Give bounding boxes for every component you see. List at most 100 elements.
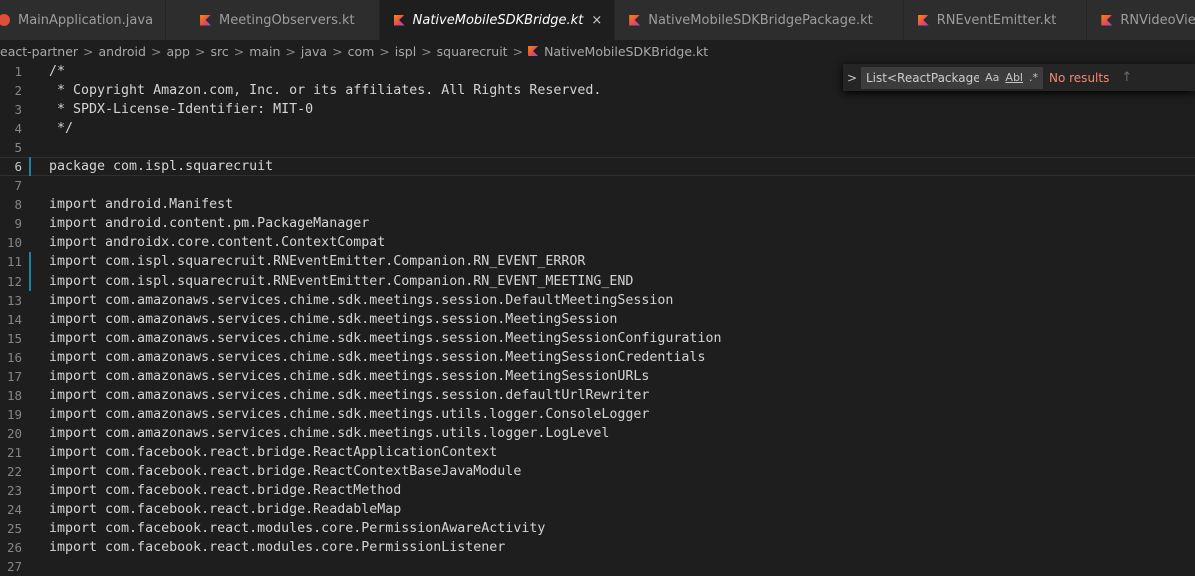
code-text[interactable]: import com.facebook.react.bridge.Readabl… <box>49 500 401 519</box>
breadcrumb-item[interactable]: eact-partner <box>0 44 78 59</box>
tab-native-mobile-sdk-bridge[interactable]: NativeMobileSDKBridge.kt × <box>379 0 616 40</box>
find-input[interactable]: List<ReactPackage> Aa Abl .* <box>861 66 1043 89</box>
react-file-icon <box>0 14 10 26</box>
code-text[interactable]: import com.facebook.react.bridge.ReactAp… <box>49 443 497 462</box>
code-line[interactable]: 21 import com.facebook.react.bridge.React… <box>0 443 1195 462</box>
line-number: 7 <box>14 178 22 194</box>
code-line[interactable]: 14 import com.amazonaws.services.chime.sd… <box>0 310 1195 329</box>
breadcrumb-file[interactable]: NativeMobileSDKBridge.kt <box>528 44 708 59</box>
code-editor[interactable]: 1 /* 2 * Copyright Amazon.com, Inc. or its… <box>0 62 1195 574</box>
tab-rn-event-emitter[interactable]: RNEventEmitter.kt <box>903 0 1088 40</box>
code-text[interactable]: import com.amazonaws.services.chime.sdk.… <box>49 386 649 405</box>
code-line[interactable]: 3 * SPDX-License-Identifier: MIT-0 <box>0 100 1195 119</box>
code-text[interactable]: */ <box>49 119 73 138</box>
code-text[interactable]: import com.amazonaws.services.chime.sdk.… <box>49 367 649 386</box>
code-text[interactable]: /* <box>49 62 65 81</box>
code-line[interactable]: 13 import com.amazonaws.services.chime.sd… <box>0 291 1195 310</box>
breadcrumb-item[interactable]: app <box>166 44 190 59</box>
breadcrumb-item[interactable]: squarecruit <box>437 44 508 59</box>
line-number: 6 <box>14 159 22 175</box>
toggle-replace-chevron-icon[interactable]: > <box>843 71 861 85</box>
code-line[interactable]: 11 import com.ispl.squarecruit.RNEventEmi… <box>0 252 1195 272</box>
code-line[interactable]: 27 <box>0 557 1195 576</box>
code-line[interactable]: 9 import android.content.pm.PackageManage… <box>0 214 1195 233</box>
tab-main-application[interactable]: MainApplication.java <box>0 0 167 40</box>
code-text[interactable]: import com.ispl.squarecruit.RNEventEmitt… <box>49 272 633 291</box>
line-number: 8 <box>14 197 22 213</box>
breadcrumb-item[interactable]: java <box>301 44 327 59</box>
line-number: 24 <box>6 502 22 518</box>
regex-toggle[interactable]: .* <box>1029 71 1038 84</box>
line-number: 27 <box>6 559 22 575</box>
breadcrumb-item[interactable]: android <box>99 44 146 59</box>
find-query-text[interactable]: List<ReactPackage> <box>866 71 979 85</box>
breadcrumb-item[interactable]: main <box>249 44 280 59</box>
code-line[interactable]: 18 import com.amazonaws.services.chime.sd… <box>0 386 1195 405</box>
line-number: 23 <box>6 483 22 499</box>
code-text[interactable]: import com.amazonaws.services.chime.sdk.… <box>49 348 705 367</box>
code-text[interactable]: import com.facebook.react.modules.core.P… <box>49 538 505 557</box>
previous-match-arrow-icon[interactable]: ↑ <box>1121 70 1132 85</box>
tab-native-mobile-sdk-bridge-package[interactable]: NativeMobileSDKBridgePackage.kt <box>615 0 904 40</box>
code-line[interactable]: 16 import com.amazonaws.services.chime.sd… <box>0 348 1195 367</box>
code-text[interactable]: import com.facebook.react.bridge.ReactMe… <box>49 481 401 500</box>
code-line[interactable]: 10 import androidx.core.content.ContextCo… <box>0 233 1195 252</box>
code-text[interactable]: import com.amazonaws.services.chime.sdk.… <box>49 329 721 348</box>
code-text[interactable]: import android.Manifest <box>49 195 233 214</box>
kotlin-file-icon <box>629 14 641 26</box>
kotlin-file-icon <box>393 14 405 26</box>
breadcrumb-item[interactable]: src <box>210 44 228 59</box>
code-line[interactable]: 22 import com.facebook.react.bridge.React… <box>0 462 1195 481</box>
code-text[interactable]: import com.facebook.react.bridge.ReactCo… <box>49 462 521 481</box>
code-text[interactable]: * SPDX-License-Identifier: MIT-0 <box>49 100 313 119</box>
whole-word-toggle[interactable]: Abl <box>1005 71 1023 84</box>
code-text[interactable]: import com.amazonaws.services.chime.sdk.… <box>49 291 673 310</box>
code-line[interactable]: 7 <box>0 176 1195 195</box>
close-icon[interactable]: × <box>591 13 602 28</box>
code-line[interactable]: 6 package com.ispl.squarecruit <box>0 157 1195 177</box>
code-line[interactable]: 26 import com.facebook.react.modules.core… <box>0 538 1195 557</box>
breadcrumb-separator-icon: > <box>83 43 94 59</box>
match-case-toggle[interactable]: Aa <box>985 71 999 84</box>
breadcrumb-separator-icon: > <box>194 43 206 59</box>
code-text[interactable]: package com.ispl.squarecruit <box>49 157 273 176</box>
code-line[interactable]: 8 import android.Manifest <box>0 195 1195 214</box>
line-number: 13 <box>6 292 22 308</box>
line-number: 2 <box>14 83 22 99</box>
code-line[interactable]: 25 import com.facebook.react.modules.core… <box>0 519 1195 538</box>
kotlin-file-icon <box>528 46 539 56</box>
code-text[interactable]: import com.ispl.squarecruit.RNEventEmitt… <box>49 252 585 271</box>
kotlin-file-icon <box>917 14 929 26</box>
code-line[interactable]: 23 import com.facebook.react.bridge.React… <box>0 481 1195 500</box>
code-text[interactable]: import com.amazonaws.services.chime.sdk.… <box>49 405 649 424</box>
code-text[interactable]: * Copyright Amazon.com, Inc. or its affi… <box>49 81 601 100</box>
breadcrumb-separator-icon: > <box>332 43 343 59</box>
breadcrumb: eact-partner > android > app > src > main > java > c… <box>0 40 1195 62</box>
breadcrumb-item[interactable]: ispl <box>395 44 416 59</box>
editor-tab-bar: MainApplication.java MeetingObservers.kt… <box>0 0 1195 40</box>
line-number: 12 <box>6 273 22 289</box>
modified-line-indicator <box>29 157 31 177</box>
code-line[interactable]: 20 import com.amazonaws.services.chime.sd… <box>0 424 1195 443</box>
code-text[interactable]: import com.facebook.react.modules.core.P… <box>49 519 545 538</box>
tab-meeting-observers[interactable]: MeetingObservers.kt <box>166 0 380 40</box>
code-line[interactable]: 19 import com.amazonaws.services.chime.sd… <box>0 405 1195 424</box>
line-number: 19 <box>6 406 22 422</box>
code-line[interactable]: 5 <box>0 138 1195 157</box>
code-line[interactable]: 17 import com.amazonaws.services.chime.sd… <box>0 367 1195 386</box>
breadcrumb-separator-icon: > <box>150 43 162 59</box>
code-text[interactable]: import com.amazonaws.services.chime.sdk.… <box>49 424 609 443</box>
breadcrumb-item[interactable]: com <box>348 44 375 59</box>
code-line[interactable]: 24 import com.facebook.react.bridge.Reada… <box>0 500 1195 519</box>
tab-rn-video-view-manager[interactable]: RNVideoViewManager.kt <box>1087 0 1195 40</box>
code-line[interactable]: 4 */ <box>0 119 1195 138</box>
find-result-status: No results <box>1049 70 1110 85</box>
line-number: 21 <box>6 444 22 460</box>
code-text[interactable]: import android.content.pm.PackageManager <box>49 214 369 233</box>
line-number: 18 <box>6 387 22 403</box>
code-text[interactable]: import androidx.core.content.ContextComp… <box>49 233 385 252</box>
code-line[interactable]: 15 import com.amazonaws.services.chime.sd… <box>0 329 1195 348</box>
code-text[interactable]: import com.amazonaws.services.chime.sdk.… <box>49 310 617 329</box>
line-number: 14 <box>6 311 22 327</box>
code-line[interactable]: 12 import com.ispl.squarecruit.RNEventEmi… <box>0 271 1195 291</box>
